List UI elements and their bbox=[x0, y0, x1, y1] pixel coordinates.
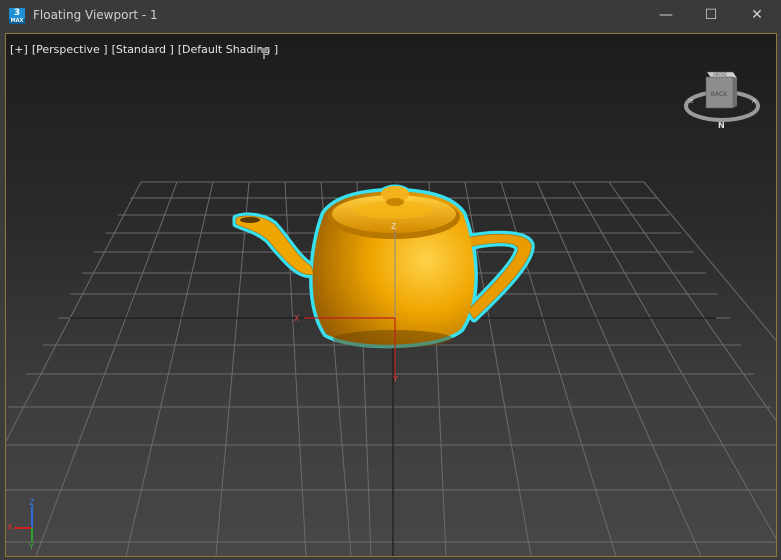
floating-viewport-window: 3 MAX Floating Viewport - 1 — ☐ ✕ Z X Y … bbox=[0, 0, 781, 560]
tripod-z-label: Z bbox=[29, 498, 35, 507]
viewport-pov-menu[interactable]: [Perspective ] bbox=[32, 43, 108, 56]
filter-icon[interactable] bbox=[258, 44, 270, 63]
maximize-button[interactable]: ☐ bbox=[688, 0, 734, 31]
pivot-y-label: Y bbox=[392, 375, 398, 384]
viewcube-compass-label: N bbox=[718, 121, 725, 130]
perspective-viewport[interactable]: Z X Y Z X Y [+] [Perspective ] [Standard ]… bbox=[5, 33, 777, 557]
minimize-button[interactable]: — bbox=[643, 0, 689, 31]
tripod-x-label: X bbox=[7, 523, 13, 532]
close-button[interactable]: ✕ bbox=[734, 0, 780, 31]
viewcube-east-marker: ʌ bbox=[752, 97, 756, 105]
viewport-label-menu: [+] [Perspective ] [Standard ] [Default Sha… bbox=[10, 43, 282, 56]
title-bar[interactable]: 3 MAX Floating Viewport - 1 — ☐ ✕ bbox=[0, 0, 781, 33]
tripod-y-label: Y bbox=[28, 542, 34, 551]
pivot-z-label: Z bbox=[391, 222, 397, 231]
axis-tripod bbox=[14, 506, 33, 542]
viewport-plus-menu[interactable]: [+] bbox=[10, 43, 28, 56]
viewcube[interactable]: ABOVE BACK ≡ ʌ N bbox=[682, 68, 764, 134]
viewcube-face-label: BACK bbox=[711, 91, 728, 98]
window-title: Floating Viewport - 1 bbox=[33, 8, 158, 22]
viewport-scene[interactable]: Z X Y Z X Y bbox=[6, 34, 776, 556]
app-logo-icon: 3 MAX bbox=[9, 8, 25, 24]
viewport-standard-menu[interactable]: [Standard ] bbox=[112, 43, 174, 56]
pivot-x-label: X bbox=[294, 314, 300, 323]
teapot-object[interactable] bbox=[232, 184, 535, 349]
viewcube-top-label: ABOVE bbox=[713, 72, 727, 77]
viewcube-west-marker: ≡ bbox=[688, 97, 694, 105]
